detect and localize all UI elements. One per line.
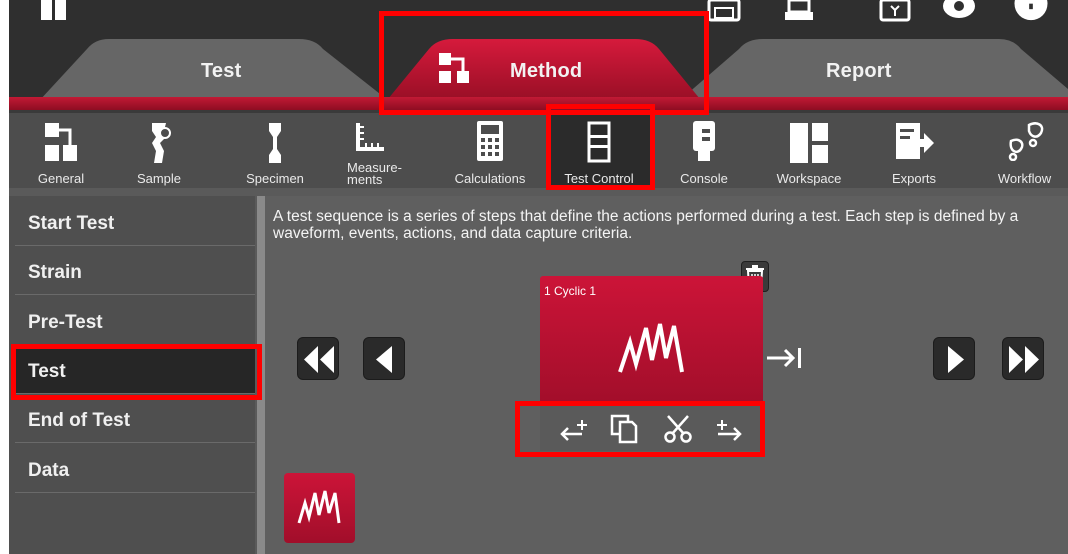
exports-icon [896,123,934,159]
add-cyclic-step-button[interactable] [284,473,355,543]
tab-test-label: Test [201,60,242,82]
sidebar-item-data[interactable]: Data [15,445,255,493]
tool-general-label: General [37,171,85,186]
calculator-icon [477,121,503,161]
highlight-step-actions [515,401,765,457]
method-toolbar: General Sample Specimen Measure- ments C… [9,110,1068,188]
specimen-icon [269,123,281,163]
tool-workspace-label: Workspace [776,171,842,186]
skip-forward-icon [1009,346,1039,373]
tool-general[interactable]: General [9,113,113,188]
highlight-sidebar-test [11,344,262,400]
sample-icon [152,123,171,163]
tool-specimen[interactable]: Specimen [235,113,315,188]
cyclic-waveform-icon [297,490,341,524]
workflow-icon [1008,122,1043,161]
tool-console[interactable]: Console [669,113,739,188]
sidebar-item-strain[interactable]: Strain [15,247,255,295]
highlight-method-tab [379,11,709,115]
open-file-icon[interactable] [877,0,913,22]
highlight-test-control [546,104,655,190]
tool-sample[interactable]: Sample [113,113,205,188]
first-step-button[interactable] [297,337,339,380]
tool-sample-label: Sample [136,171,182,186]
measurements-icon [356,123,384,151]
sidebar-item-start-test[interactable]: Start Test [15,198,255,246]
tool-exports[interactable]: Exports [871,113,957,188]
save-as-icon[interactable] [781,0,817,22]
sidebar-item-label: Data [28,460,70,481]
tool-measurements-label: Measure- ments [347,160,402,187]
tool-specimen-label: Specimen [246,171,304,186]
sidebar-item-label: End of Test [28,410,131,431]
cyclic-waveform-icon [618,323,684,373]
tool-measurements[interactable]: Measure- ments [347,113,409,188]
workspace-icon [790,123,828,163]
tab-report[interactable]: Report [659,35,1068,101]
tool-calculations-label: Calculations [454,171,526,186]
tool-workspace[interactable]: Workspace [764,113,854,188]
home-icon[interactable] [39,0,69,22]
end-arrow-icon [767,348,801,368]
tab-test[interactable]: Test [9,35,429,101]
test-sequence-panel: A test sequence is a series of steps tha… [265,196,1068,554]
settings-icon[interactable] [939,0,979,22]
tab-report-label: Report [826,60,892,82]
triangle-right-icon [948,346,964,373]
tool-workflow-label: Workflow [997,171,1052,186]
tool-exports-label: Exports [891,171,937,186]
tool-console-label: Console [680,171,728,186]
general-icon [45,123,77,161]
save-icon[interactable] [706,0,742,22]
sidebar-item-label: Strain [28,262,82,283]
step-card[interactable]: 1 Cyclic 1 [540,276,763,406]
previous-step-button[interactable] [363,337,405,380]
step-label: 1 Cyclic 1 [544,284,597,298]
tool-workflow[interactable]: Workflow [981,113,1068,188]
last-step-button[interactable] [1002,337,1044,380]
next-step-button[interactable] [933,337,975,380]
triangle-left-icon [376,346,392,373]
app-window: Test Report Method General Sample Specim… [9,0,1068,554]
sidebar-item-label: Start Test [28,213,115,234]
sidebar-item-pre-test[interactable]: Pre-Test [15,297,255,345]
console-icon [693,121,715,161]
sidebar-item-label: Pre-Test [28,312,103,333]
help-icon[interactable] [1009,0,1053,22]
sequence-description: A test sequence is a series of steps tha… [273,208,1019,242]
sidebar-item-end-of-test[interactable]: End of Test [15,395,255,443]
tool-calculations[interactable]: Calculations [441,113,539,188]
skip-back-icon [304,346,334,373]
